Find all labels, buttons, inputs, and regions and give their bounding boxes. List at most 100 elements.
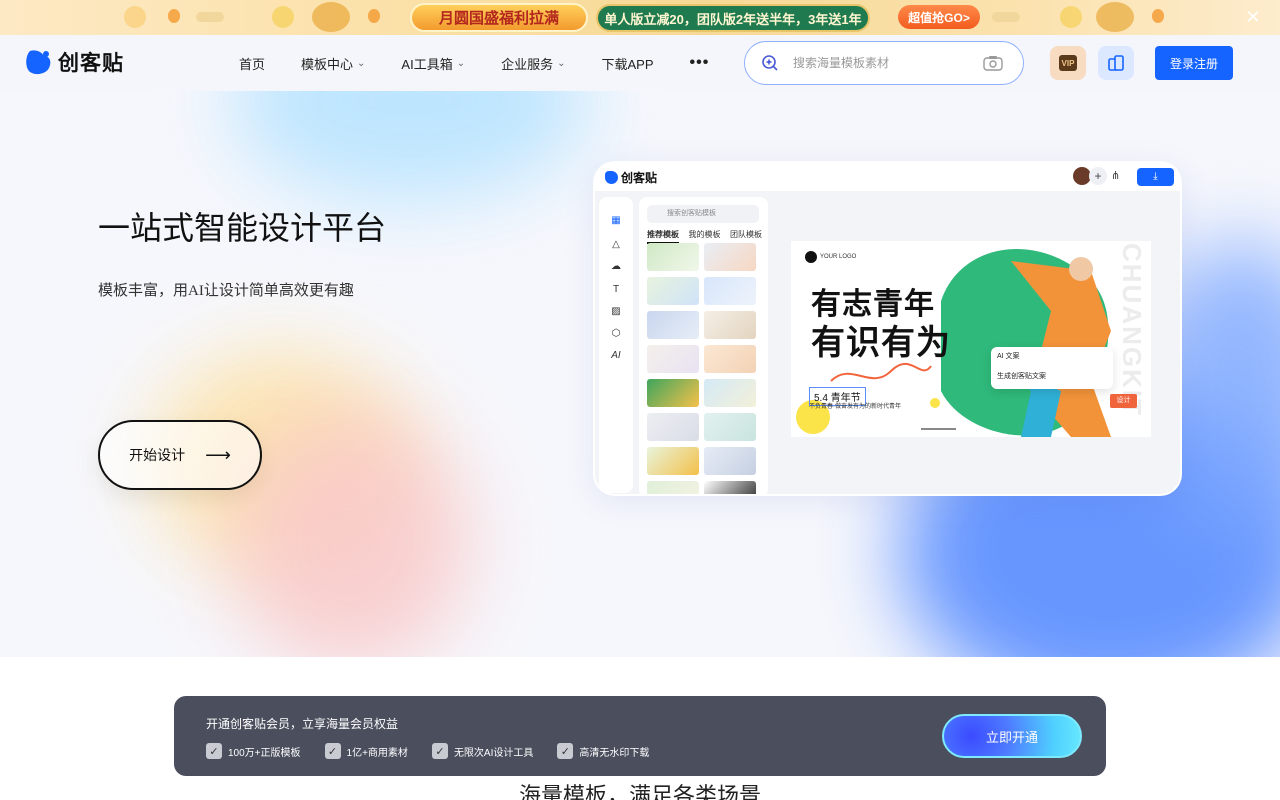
template-thumbnail [647, 447, 699, 475]
template-thumbnail [647, 243, 699, 271]
tab-recommended: 推荐模板 [647, 229, 679, 244]
membership-promo-bar: 开通创客贴会员，立享海量会员权益 ✓ 100万+正版模板 ✓ 1亿+商用素材 ✓ 无限… [174, 696, 1106, 776]
poster-logo: YOUR LOGO [805, 251, 856, 263]
background-icon: ▨ [611, 306, 621, 317]
editor-preview-body: ▦ △ ☁ T ▨ ⬡ AI 搜索创客贴模板 推荐模板 我的模板 团队模板 YO… [595, 191, 1180, 494]
hero-glow [230, 91, 590, 201]
template-thumbnail [704, 413, 756, 441]
start-design-label: 开始设计 [129, 447, 186, 463]
more-icon[interactable]: ••• [690, 54, 710, 72]
poster-logo-text: YOUR LOGO [820, 254, 857, 260]
benefit-label: 高清无水印下载 [579, 747, 650, 759]
upload-icon: ☁ [611, 261, 621, 272]
template-thumbnails [647, 243, 759, 494]
share-icon: ⋔ [1111, 170, 1121, 182]
poster-vertical-text: CHUANGKIT [1117, 243, 1147, 417]
vip-icon: VIP [1059, 55, 1077, 71]
ai-search-icon [762, 55, 778, 71]
ai-popup-header: AI 文案 [997, 353, 1020, 360]
search-bar [744, 41, 1024, 85]
start-design-button[interactable]: 开始设计 ⟶ [98, 420, 262, 490]
template-thumbnail [704, 243, 756, 271]
site-logo[interactable]: 创客贴 [24, 47, 124, 77]
template-thumbnail [647, 277, 699, 305]
benefit-label: 100万+正版模板 [228, 747, 301, 759]
benefit-item: ✓ 高清无水印下载 [557, 743, 649, 759]
check-icon: ✓ [431, 743, 448, 759]
tab-team: 团队模板 [730, 230, 762, 239]
check-icon: ✓ [324, 743, 341, 759]
chevron-down-icon: ⌄ [357, 57, 366, 69]
camera-search-icon[interactable] [983, 55, 1003, 71]
editor-preview-rail: ▦ △ ☁ T ▨ ⬡ AI [599, 197, 633, 493]
editor-preview-logo: 创客贴 [605, 169, 657, 186]
editor-preview-toolbar: 创客贴 + ⋔ ⤓ [595, 163, 1180, 191]
vip-button[interactable]: VIP [1050, 46, 1086, 80]
editor-preview-template-panel: 搜索创客贴模板 推荐模板 我的模板 团队模板 [639, 197, 768, 494]
nav-item-enterprise[interactable]: 企业服务 ⌄ [501, 54, 565, 73]
main-menu: 首页 模板中心 ⌄ AI工具箱 ⌄ 企业服务 ⌄ 下载APP ••• [239, 35, 745, 91]
arrow-right-icon: ⟶ [205, 444, 231, 465]
lantern-decor-icon [168, 9, 180, 23]
membership-promo-title: 开通创客贴会员，立享海量会员权益 [206, 717, 399, 731]
nav-item-label: AI工具箱 [401, 56, 453, 72]
search-input[interactable] [793, 56, 973, 70]
flower-decor-icon [1096, 2, 1134, 32]
template-thumbnail [704, 345, 756, 373]
lantern-decor-icon [1152, 9, 1164, 23]
promo-close-icon[interactable]: ✕ [1244, 8, 1262, 26]
nav-item-download-app[interactable]: 下载APP [602, 54, 654, 73]
nav-item-templates[interactable]: 模板中心 ⌄ [301, 54, 365, 73]
editor-preview-canvas: YOUR LOGO 有志青年 有识有为 5.4 青年节 不负青春·做奋发有为的新… [791, 241, 1151, 437]
flower-decor-icon [312, 2, 350, 32]
login-button[interactable]: 登录注册 [1155, 46, 1233, 80]
template-thumbnail [647, 481, 699, 494]
editor-preview-search: 搜索创客贴模板 [647, 205, 759, 223]
cloud-decor-icon [992, 12, 1020, 22]
template-thumbnail [647, 345, 699, 373]
open-membership-button[interactable]: 立即开通 [942, 714, 1082, 758]
benefit-label: 1亿+商用素材 [346, 747, 408, 759]
tab-mine: 我的模板 [688, 230, 721, 239]
coin-decor-icon [272, 6, 294, 28]
benefit-label: 无限次AI设计工具 [453, 747, 534, 759]
nav-item-label: 模板中心 [301, 56, 354, 72]
template-thumbnail [647, 311, 699, 339]
template-thumbnail [704, 481, 756, 494]
hero-title: 一站式智能设计平台 [98, 210, 387, 246]
check-icon: ✓ [206, 743, 222, 759]
chevron-down-icon: ⌄ [456, 57, 466, 69]
editor-preview-tabs: 推荐模板 我的模板 团队模板 [647, 229, 762, 244]
cloud-decor-icon [196, 12, 224, 22]
nav-item-label: 企业服务 [501, 56, 554, 72]
nav-item-ai-tools[interactable]: AI工具箱 ⌄ [401, 54, 465, 73]
promo-offer[interactable]: 单人版立减20，团队版2年送半年，3年送1年 [596, 4, 870, 32]
logo-mark-icon [26, 50, 51, 75]
ai-copywriting-popup: AI 文案 生成创客贴文案 [991, 347, 1113, 389]
app-download-button[interactable] [1098, 46, 1134, 80]
promo-headline[interactable]: 月圆国盛福利拉满 [410, 3, 588, 32]
check-icon: ✓ [557, 743, 574, 759]
logo-mark-icon [605, 170, 618, 184]
membership-benefits: ✓ 100万+正版模板 ✓ 1亿+商用素材 ✓ 无限次AI设计工具 ✓ 高清无水印下载 [206, 743, 649, 759]
template-thumbnail [647, 379, 699, 407]
poster-title-2: 有识有为 [811, 324, 951, 362]
hero-subtitle: 模板丰富，用AI让设计简单高效更有趣 [98, 283, 354, 299]
editor-preview-logo-text: 创客贴 [621, 170, 658, 185]
hero-glow [230, 411, 470, 657]
logo-text: 创客贴 [58, 52, 124, 75]
device-icon [1108, 55, 1124, 71]
coin-decor-icon [1060, 6, 1082, 28]
text-icon: T [612, 284, 620, 295]
promo-banner[interactable]: 月圆国盛福利拉满 单人版立减20，团队版2年送半年，3年送1年 超值抢GO> ✕ [0, 0, 1280, 35]
nav-item-label: 首页 [239, 56, 266, 72]
template-thumbnail [704, 379, 756, 407]
design-tag: 设计 [1110, 394, 1137, 408]
section-title: 海量模板，满足各类场景 [518, 783, 761, 800]
template-thumbnail [704, 447, 756, 475]
editor-preview: 创客贴 + ⋔ ⤓ ▦ △ ☁ T ▨ ⬡ AI 搜索创客贴模板 推荐模板 我的… [593, 161, 1182, 496]
promo-go-button[interactable]: 超值抢GO> [898, 5, 980, 29]
chevron-down-icon: ⌄ [557, 57, 566, 69]
nav-item-home[interactable]: 首页 [239, 54, 265, 73]
3d-icon: ⬡ [611, 328, 621, 339]
